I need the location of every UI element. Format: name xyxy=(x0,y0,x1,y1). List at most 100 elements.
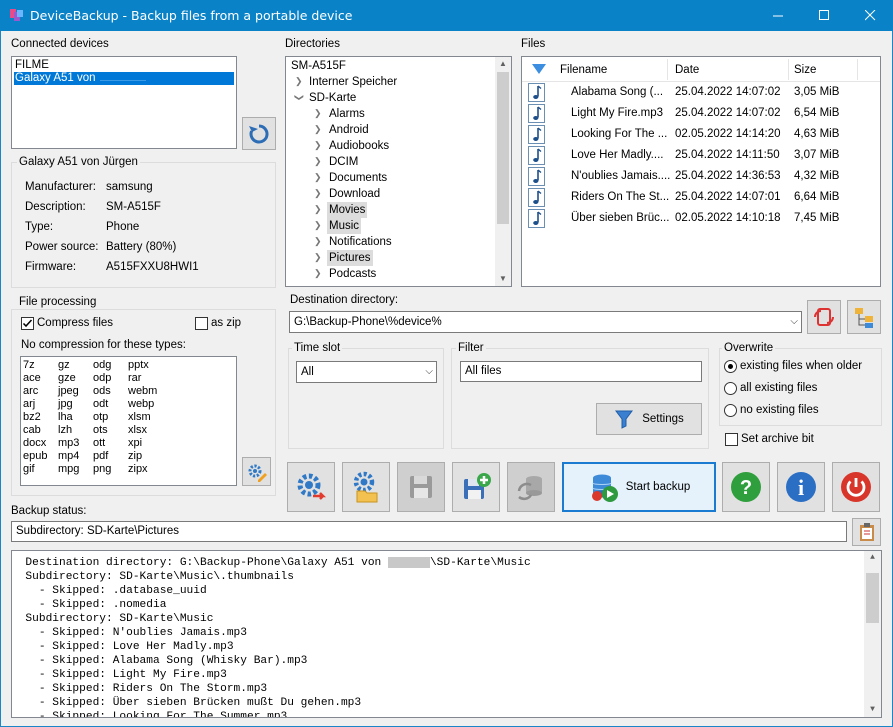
tree-item[interactable]: Download xyxy=(329,186,380,202)
destination-combo[interactable]: G:\Backup-Phone\%device% ⌵ xyxy=(289,311,802,333)
expand-arrow-icon[interactable]: ❯ xyxy=(314,252,322,263)
file-row[interactable]: Light My Fire.mp3 25.04.2022 14:07:02 6,54… xyxy=(522,103,880,124)
dropdown-arrow-icon[interactable]: ⌵ xyxy=(425,362,433,382)
zip-checkbox[interactable] xyxy=(195,317,208,330)
column-filename[interactable]: Filename xyxy=(560,64,607,76)
file-type-entry: cab xyxy=(23,424,41,436)
expand-arrow-icon[interactable]: ❯ xyxy=(314,172,322,183)
filter-settings-button[interactable]: Settings xyxy=(596,403,702,435)
file-row[interactable]: Looking For The ... 02.05.2022 14:14:20 4,… xyxy=(522,124,880,145)
file-type-entry: xlsm xyxy=(128,411,151,423)
maximize-button[interactable] xyxy=(801,0,847,31)
directory-tree[interactable]: SM-A515F ❯ Interner Speicher ❯ SD-Karte … xyxy=(285,56,512,287)
tree-item[interactable]: Android xyxy=(329,122,369,138)
column-size[interactable]: Size xyxy=(794,64,816,76)
time-slot-value: All xyxy=(301,366,314,378)
minimize-button[interactable] xyxy=(755,0,801,31)
log-scrollbar[interactable]: ▲ ▼ xyxy=(864,551,881,717)
scroll-up-icon[interactable]: ▲ xyxy=(495,57,511,71)
save-button[interactable] xyxy=(397,462,445,512)
files-label: Files xyxy=(521,38,546,50)
expand-arrow-icon[interactable]: ❯ xyxy=(314,236,322,247)
scroll-down-icon[interactable]: ▼ xyxy=(495,272,511,286)
sort-desc-icon[interactable] xyxy=(531,63,547,78)
column-divider xyxy=(857,59,858,80)
refresh-devices-button[interactable] xyxy=(242,117,276,150)
settings-open-button[interactable] xyxy=(342,462,390,512)
expand-arrow-icon[interactable]: ❯ xyxy=(314,268,322,279)
save-add-button[interactable] xyxy=(452,462,500,512)
time-slot-combo[interactable]: All ⌵ xyxy=(296,361,437,383)
collapse-arrow-icon[interactable]: ❯ xyxy=(293,94,304,102)
device-list[interactable]: FILME Galaxy A51 von xyxy=(11,56,237,149)
tree-item[interactable]: DCIM xyxy=(329,154,358,170)
tree-item[interactable]: Notifications xyxy=(329,234,392,250)
directory-scrollbar[interactable]: ▲ ▼ xyxy=(495,57,511,286)
file-size: 4,63 MiB xyxy=(794,128,840,140)
device-dir-button[interactable] xyxy=(807,300,841,334)
info-button[interactable]: i xyxy=(777,462,825,512)
column-date[interactable]: Date xyxy=(675,64,699,76)
overwrite-none-radio[interactable] xyxy=(724,404,737,417)
manufacturer-label: Manufacturer: xyxy=(25,181,96,193)
log-area[interactable]: Destination directory: G:\Backup-Phone\G… xyxy=(11,550,882,718)
restore-button[interactable] xyxy=(507,462,555,512)
log-line: - Skipped: Light My Fire.mp3 xyxy=(12,669,227,681)
expand-arrow-icon[interactable]: ❯ xyxy=(295,76,303,87)
start-backup-button[interactable]: Start backup xyxy=(562,462,716,512)
help-button[interactable]: ? xyxy=(722,462,770,512)
close-window-button[interactable] xyxy=(847,0,893,31)
tree-item[interactable]: Movies xyxy=(327,202,368,218)
file-list[interactable]: Filename Date Size Alabama Song (... 25.0… xyxy=(521,56,881,287)
filter-input[interactable]: All files xyxy=(460,361,702,382)
expand-arrow-icon[interactable]: ❯ xyxy=(314,156,322,167)
overwrite-all-radio[interactable] xyxy=(724,382,737,395)
file-type-entry: gz xyxy=(58,359,70,371)
filter-title: Filter xyxy=(456,342,486,354)
tree-root[interactable]: SM-A515F xyxy=(291,58,346,74)
scroll-thumb[interactable] xyxy=(497,72,509,224)
file-row[interactable]: Über sieben Brüc... 02.05.2022 14:10:18 7,… xyxy=(522,208,880,229)
expand-arrow-icon[interactable]: ❯ xyxy=(314,124,322,135)
archive-bit-checkbox[interactable] xyxy=(725,433,738,446)
tree-item[interactable]: Audiobooks xyxy=(329,138,389,154)
file-row[interactable]: N'oublies Jamais.... 25.04.2022 14:36:53 4… xyxy=(522,166,880,187)
device-item[interactable]: FILME xyxy=(14,59,234,72)
tree-item[interactable]: Music xyxy=(327,218,362,234)
expand-arrow-icon[interactable]: ❯ xyxy=(314,188,322,199)
type-label: Type: xyxy=(25,221,54,233)
file-type-entry: arj xyxy=(23,398,36,410)
expand-arrow-icon[interactable]: ❯ xyxy=(314,220,322,231)
dropdown-arrow-icon[interactable]: ⌵ xyxy=(790,312,798,332)
filter-icon xyxy=(615,410,634,429)
file-type-entry: zipx xyxy=(128,463,148,475)
exit-button[interactable] xyxy=(832,462,880,512)
overwrite-older-radio[interactable] xyxy=(724,360,737,373)
file-name: Looking For The ... xyxy=(571,128,668,140)
settings-export-button[interactable] xyxy=(287,462,335,512)
no-compression-types[interactable]: 7z gz odg pptx ace gze odp rar arc jpeg ods webm arj… xyxy=(20,356,237,486)
compress-checkbox[interactable] xyxy=(21,317,34,330)
expand-arrow-icon[interactable]: ❯ xyxy=(314,108,322,119)
scroll-thumb[interactable] xyxy=(866,573,879,623)
file-row[interactable]: Love Her Madly.... 25.04.2022 14:11:50 3,0… xyxy=(522,145,880,166)
tree-item-internal[interactable]: Interner Speicher xyxy=(309,74,397,90)
tree-item[interactable]: Documents xyxy=(329,170,387,186)
file-type-entry: odp xyxy=(93,372,112,384)
edit-types-button[interactable] xyxy=(242,457,271,486)
expand-arrow-icon[interactable]: ❯ xyxy=(314,204,322,215)
tree-item-sd[interactable]: SD-Karte xyxy=(309,90,356,106)
log-line: - Skipped: Über sieben Brücken mußt Du g… xyxy=(12,697,362,709)
file-row[interactable]: Alabama Song (... 25.04.2022 14:07:02 3,05… xyxy=(522,82,880,103)
tree-item[interactable]: Alarms xyxy=(329,106,365,122)
file-row[interactable]: Riders On The St... 25.04.2022 14:07:01 6,… xyxy=(522,187,880,208)
copy-log-button[interactable] xyxy=(852,518,881,546)
device-item-selected[interactable]: Galaxy A51 von xyxy=(14,72,234,85)
tree-item[interactable]: Podcasts xyxy=(329,266,376,282)
scroll-up-icon[interactable]: ▲ xyxy=(864,551,881,565)
tree-item[interactable]: Pictures xyxy=(327,250,373,266)
log-line: - Skipped: Looking For The Summer.mp3 xyxy=(12,711,288,718)
expand-arrow-icon[interactable]: ❯ xyxy=(314,140,322,151)
scroll-down-icon[interactable]: ▼ xyxy=(864,703,881,717)
folder-tree-button[interactable] xyxy=(847,300,881,334)
